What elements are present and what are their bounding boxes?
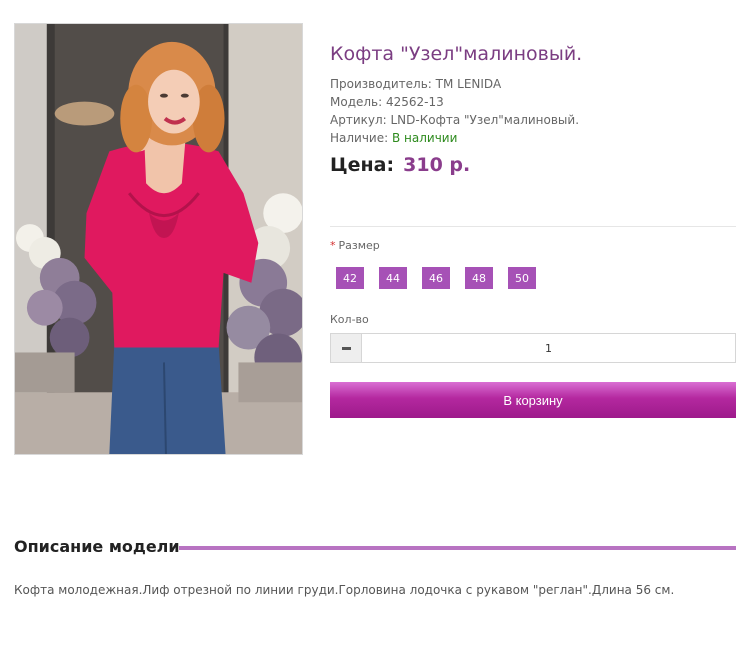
divider (330, 226, 736, 227)
size-option-44[interactable]: 44 (379, 267, 407, 289)
product-photo (15, 24, 302, 454)
description-divider (179, 546, 736, 550)
size-option-46[interactable]: 46 (422, 267, 450, 289)
availability-label: Наличие: (330, 131, 392, 145)
size-label: * Размер (330, 239, 380, 252)
manufacturer: Производитель: TM LENIDA (330, 77, 502, 91)
product-meta: Производитель: TM LENIDA Модель: 42562-1… (330, 75, 579, 147)
availability: Наличие: В наличии (330, 129, 579, 147)
price: Цена: 310 р. (330, 154, 470, 176)
minus-icon (341, 346, 351, 350)
size-option-42[interactable]: 42 (336, 267, 364, 289)
quantity-decrease-button[interactable] (331, 334, 362, 362)
size-label-text: Размер (338, 239, 380, 252)
price-label: Цена: (330, 154, 395, 176)
product-image[interactable] (14, 23, 303, 455)
description-heading: Описание модели (14, 537, 180, 556)
product-title: Кофта "Узел"малиновый. (330, 43, 583, 65)
size-options: 42 44 46 48 50 (336, 267, 551, 289)
description-text: Кофта молодежная.Лиф отрезной по линии г… (14, 583, 675, 597)
availability-status: В наличии (391, 131, 458, 145)
required-mark: * (330, 239, 336, 252)
quantity-stepper (330, 333, 736, 363)
add-to-cart-button[interactable]: В корзину (330, 382, 736, 418)
model: Модель: 42562-13 (330, 95, 444, 109)
sku: Артикул: LND-Кофта "Узел"малиновый. (330, 113, 580, 127)
quantity-label: Кол-во (330, 313, 369, 326)
price-value: 310 р. (403, 154, 471, 176)
quantity-input[interactable] (362, 334, 735, 362)
size-option-50[interactable]: 50 (508, 267, 536, 289)
product-page: Кофта "Узел"малиновый. Производитель: TM… (0, 0, 736, 649)
size-option-48[interactable]: 48 (465, 267, 493, 289)
